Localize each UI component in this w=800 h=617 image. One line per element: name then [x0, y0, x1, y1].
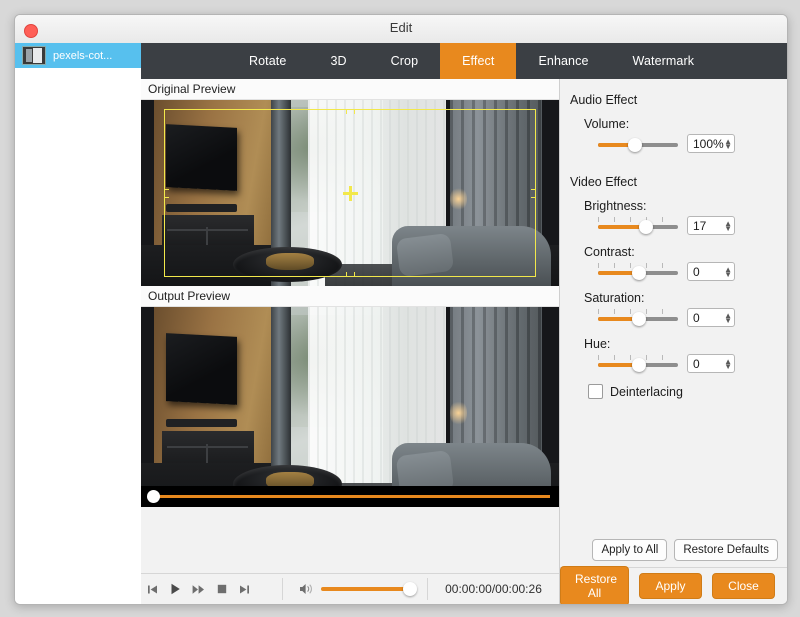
output-preview[interactable]: [141, 307, 559, 507]
fast-forward-icon[interactable]: [187, 584, 210, 595]
edit-window: Edit pexels-cot... Rotate 3D Crop Effect…: [14, 14, 788, 605]
volume-label: Volume:: [584, 117, 630, 131]
preview-column: Original Preview Output Preview 00:00:00…: [141, 79, 560, 604]
list-item[interactable]: pexels-cot...: [15, 43, 141, 68]
original-preview-label: Original Preview: [141, 79, 559, 100]
brightness-value: 17: [693, 218, 707, 233]
volume-slider-handle[interactable]: [403, 582, 417, 596]
effect-settings-panel: Audio Effect Volume: 100% ▲ ▼ Video Effec…: [560, 79, 787, 604]
volume-value-field[interactable]: 100% ▲ ▼: [687, 134, 735, 153]
contrast-value-field[interactable]: 0 ▲ ▼: [687, 262, 735, 281]
tab-bar: Rotate 3D Crop Effect Enhance Watermark: [141, 43, 787, 79]
file-name-label: pexels-cot...: [53, 49, 113, 62]
tab-rotate[interactable]: Rotate: [227, 43, 308, 79]
timecode-display: 00:00:00/00:00:26: [445, 582, 542, 596]
contrast-value: 0: [693, 264, 700, 279]
hue-label: Hue:: [584, 337, 611, 351]
hue-slider[interactable]: [598, 354, 678, 373]
volume-slider-track[interactable]: [321, 582, 417, 596]
panel-action-buttons: Apply to All Restore Defaults: [592, 539, 778, 561]
brightness-label: Brightness:: [584, 199, 647, 213]
skip-to-start-icon[interactable]: [141, 584, 164, 595]
tab-enhance[interactable]: Enhance: [516, 43, 610, 79]
audio-effect-heading: Audio Effect: [570, 93, 638, 107]
tab-3d[interactable]: 3D: [308, 43, 368, 79]
file-list-sidebar: pexels-cot...: [15, 43, 142, 604]
transport-divider-1: [282, 578, 283, 600]
volume-control[interactable]: [299, 582, 417, 596]
deinterlacing-row[interactable]: Deinterlacing: [588, 384, 787, 399]
restore-all-button[interactable]: Restore All: [560, 566, 629, 604]
close-button[interactable]: Close: [712, 573, 775, 599]
seek-handle[interactable]: [147, 490, 160, 503]
tab-effect[interactable]: Effect: [440, 43, 517, 79]
hue-row: 0 ▲ ▼: [598, 354, 787, 373]
saturation-value-field[interactable]: 0 ▲ ▼: [687, 308, 735, 327]
saturation-label: Saturation:: [584, 291, 645, 305]
play-icon[interactable]: [164, 583, 187, 595]
original-preview[interactable]: [141, 100, 559, 286]
contrast-slider[interactable]: [598, 262, 678, 281]
transport-bar: 00:00:00/00:00:26: [141, 573, 559, 604]
window-body: pexels-cot... Rotate 3D Crop Effect Enha…: [15, 43, 787, 604]
saturation-value: 0: [693, 310, 700, 325]
brightness-stepper-icon[interactable]: ▲ ▼: [724, 219, 732, 232]
contrast-row: 0 ▲ ▼: [598, 262, 787, 281]
volume-stepper-icon[interactable]: ▲ ▼: [724, 137, 732, 150]
hue-value: 0: [693, 356, 700, 371]
saturation-row: 0 ▲ ▼: [598, 308, 787, 327]
saturation-stepper-icon[interactable]: ▲ ▼: [724, 311, 732, 324]
contrast-stepper-icon[interactable]: ▲ ▼: [724, 265, 732, 278]
original-preview-image: [141, 100, 559, 286]
volume-slider[interactable]: [598, 135, 678, 153]
title-bar: Edit: [15, 15, 787, 44]
tab-bar-spacer: [141, 43, 227, 79]
brightness-row: 17 ▲ ▼: [598, 216, 787, 235]
window-title: Edit: [389, 20, 413, 35]
apply-button[interactable]: Apply: [639, 573, 702, 599]
output-preview-label: Output Preview: [141, 286, 559, 307]
hue-stepper-icon[interactable]: ▲ ▼: [724, 357, 732, 370]
video-effect-heading: Video Effect: [570, 175, 637, 189]
deinterlacing-checkbox[interactable]: [588, 384, 603, 399]
seek-track[interactable]: [155, 495, 550, 498]
apply-to-all-button[interactable]: Apply to All: [592, 539, 668, 561]
skip-to-end-icon[interactable]: [233, 584, 256, 595]
output-preview-image: [141, 307, 559, 507]
volume-value: 100%: [693, 136, 724, 151]
saturation-slider[interactable]: [598, 308, 678, 327]
hue-value-field[interactable]: 0 ▲ ▼: [687, 354, 735, 373]
deinterlacing-label: Deinterlacing: [610, 384, 683, 399]
footer-bar: Restore All Apply Close: [560, 566, 787, 604]
brightness-value-field[interactable]: 17 ▲ ▼: [687, 216, 735, 235]
volume-row: 100% ▲ ▼: [598, 134, 787, 153]
contrast-label: Contrast:: [584, 245, 635, 259]
stop-icon[interactable]: [210, 584, 233, 594]
brightness-slider[interactable]: [598, 216, 678, 235]
tab-crop[interactable]: Crop: [369, 43, 441, 79]
video-thumbnail-icon: [22, 46, 46, 65]
seek-bar[interactable]: [141, 486, 559, 507]
tab-watermark[interactable]: Watermark: [611, 43, 717, 79]
speaker-icon: [300, 584, 312, 594]
restore-defaults-button[interactable]: Restore Defaults: [674, 539, 778, 561]
